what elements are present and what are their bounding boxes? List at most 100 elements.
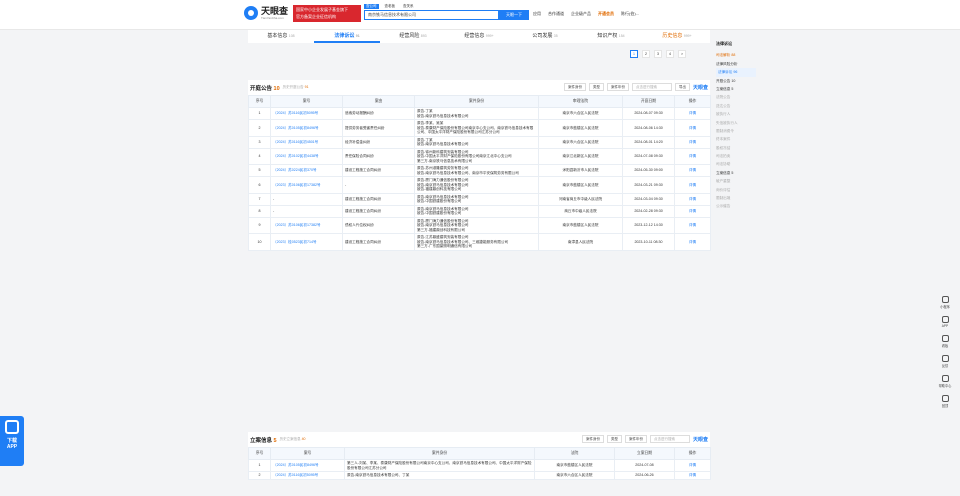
page-next[interactable]: > [678,50,686,58]
nav-partners[interactable]: 合作通道 [548,11,564,17]
rail-top[interactable]: 回顶 [941,395,949,408]
tab-development[interactable]: 公司发展 35 [512,30,578,43]
rail-help[interactable]: 帮助中心 [939,375,951,388]
cell-case-link[interactable]: （2023）苏0106民初17382号 [270,176,343,194]
search-tab-company[interactable]: 查公司 [364,4,379,9]
rail-feedback[interactable]: 反馈 [941,355,949,368]
cell-case-link[interactable]: （2024）苏0105民初8496号 [270,119,343,137]
page-1[interactable]: 1 [630,50,638,58]
filter-identity-dropdown[interactable]: 案件身份 [581,435,604,443]
tab-legal[interactable]: 法律诉讼 91 [314,30,380,43]
cell-case-link[interactable]: （2024）苏0116民初5095号 [270,107,343,120]
detail-link[interactable]: 详情 [674,216,711,234]
sidebar-item[interactable]: 司法拍卖 [716,152,756,160]
site-logo[interactable]: 天眼查 TianYanCha.com [244,6,288,20]
sidebar-item[interactable]: 法律风险分析 [716,60,756,68]
cell-case-link[interactable]: （2024）苏0102民初4438号 [270,147,343,165]
tab-risk[interactable]: 经营风险 893 [380,30,446,43]
tab-history[interactable]: 历史信息 999+ [644,30,710,43]
tab-label: 法律诉讼 [334,33,355,39]
cell-parties[interactable]: 第三人-刘某、李某、泰康财产保险股份有限公司南京中心支公司、南京铁马信息技术有限… [344,459,535,472]
nav-user[interactable]: 陈行(伯)... [621,11,639,17]
sidebar-item[interactable]: 失信被执行人 [716,119,756,127]
promo-banner[interactable]: 国家中小企业发展子基金旗下 官方备案企业征信机构 [293,5,361,22]
search-input[interactable]: 南京铁马信息技术有限公司 [364,10,499,20]
cell-cause: - [342,176,415,194]
rail-board[interactable]: 看板 [941,335,949,348]
party-line[interactable]: 第三方-福建鼎创科技有限公司 [417,228,536,233]
sidebar-item[interactable]: 被执行人 [716,110,756,118]
download-app-badge[interactable]: 下载 APP [0,416,24,466]
page-4[interactable]: 4 [666,50,674,58]
sidebar-item[interactable]: 破产重整 [716,177,756,185]
nav-apps[interactable]: 应用 [533,11,541,17]
tab-basic-info[interactable]: 基本信息 108 [248,30,314,43]
detail-link[interactable]: 详情 [674,176,711,194]
party-line[interactable]: 第三方-广东国豪照明通信有限公司 [417,244,536,249]
hearings-history-note[interactable]: 历史开庭公告 91 [283,85,309,90]
filter-identity-dropdown[interactable]: 案件身份 [563,83,586,91]
detail-link[interactable]: 详情 [674,107,711,120]
sidebar-item[interactable]: 立案信息 5 [716,169,756,177]
sidebar-item[interactable]: 法律诉讼 96 [716,68,756,77]
cell-case-link[interactable]: （2024）苏0116民初4501号 [270,135,343,149]
detail-link[interactable]: 详情 [674,192,711,206]
sidebar-item[interactable]: 司法解析 88 [716,51,756,59]
party-line[interactable]: 被告-福建鼎创科技有限公司 [417,187,536,192]
sidebar-item[interactable]: 询价评估 [716,186,756,194]
detail-link[interactable]: 详情 [674,164,711,177]
tab-ip[interactable]: 知识产权 154 [578,30,644,43]
col-op: 操作 [674,95,711,108]
sidebar-item[interactable]: 股权冻结 [716,144,756,152]
cell-case-link[interactable]: （2023）苏0106民初17382号 [270,216,343,234]
detail-link[interactable]: 详情 [674,233,711,251]
detail-link[interactable]: 详情 [674,135,711,149]
export-button[interactable]: 导出 [674,83,690,91]
party-line[interactable]: 被告-中国铁建股份有限公司 [417,211,536,216]
cell-parties: 原告-厦门海力通信股份有限公司 被告-南京铁马信息技术有限公司 被告-福建鼎创科技有… [414,176,539,194]
nav-vip[interactable]: 开通会员 [598,11,614,17]
detail-link[interactable]: 详情 [674,119,711,137]
party-line[interactable]: 被告-泰康财产保险股份有限公司南京中心支公司、南京铁马信息技术有限公司、中国太平… [417,126,536,135]
party-line[interactable]: 被告-南京铁马信息技术有限公司 [417,142,536,147]
filter-year-dropdown[interactable]: 案件年份 [606,83,629,91]
sidebar-item[interactable]: 公示催告 [716,202,756,210]
cell-parties[interactable]: 原告-南京铁马信息技术有限公司、丁某 [344,471,535,480]
filter-year-dropdown[interactable]: 案件年份 [624,435,647,443]
cell-case-link[interactable]: （2024）苏0224民初370号 [270,164,343,177]
filings-search-input[interactable]: 点击进行搜索 [649,435,690,443]
page-3[interactable]: 3 [654,50,662,58]
cell-case-link[interactable]: （2023）桂0523民初714号 [270,233,343,251]
sidebar-item[interactable]: 限制出境 [716,194,756,202]
party-line[interactable]: 被告-南京铁马信息技术有限公司、南京市平安保筑劳务有限公司 [417,171,536,176]
filter-type-dropdown[interactable]: 类型 [606,435,622,443]
logo-subtext: TianYanCha.com [261,15,284,20]
party-line[interactable]: 被告-中国铁建股份有限公司 [417,199,536,204]
detail-link[interactable]: 详情 [674,147,711,165]
search-button[interactable]: 天眼一下 [499,10,529,20]
sidebar-item[interactable]: 法院公告 [716,93,756,101]
sidebar-item[interactable]: 立案信息 5 [716,85,756,93]
party-line[interactable]: 第三方-南京铁马信息技术有限公司 [417,159,536,164]
filter-type-dropdown[interactable]: 类型 [588,83,604,91]
cell-case-link[interactable]: （2024）苏0105民初8496号 [270,459,345,472]
party-line[interactable]: 被告-南京铁马信息技术有限公司 [417,114,536,119]
cell-case-link[interactable]: （2024）苏0116民初5095号 [270,471,345,480]
detail-link[interactable]: 详情 [674,204,711,218]
sidebar-item[interactable]: 限制消费令 [716,127,756,135]
search-tab-boss[interactable]: 查老板 [383,4,398,9]
detail-link[interactable]: 详情 [674,459,711,472]
sidebar-item[interactable]: 送达公告 [716,102,756,110]
sidebar-item[interactable]: 终本案件 [716,135,756,143]
search-tab-relation[interactable]: 查关系 [401,4,416,9]
hearings-search-input[interactable]: 点击进行搜索 [631,83,672,91]
rail-miniprogram[interactable]: 小程序 [940,296,950,309]
rail-app[interactable]: APP [941,316,949,328]
filings-history-note[interactable]: 历史立案信息 40 [280,437,306,442]
tab-operations[interactable]: 经营信息 999+ [446,30,512,43]
sidebar-item[interactable]: 开庭公告 10 [716,77,756,85]
nav-enterprise[interactable]: 企业级产品 [571,11,591,17]
sidebar-item[interactable]: 司法协助 [716,160,756,168]
detail-link[interactable]: 详情 [674,471,711,480]
page-2[interactable]: 2 [642,50,650,58]
